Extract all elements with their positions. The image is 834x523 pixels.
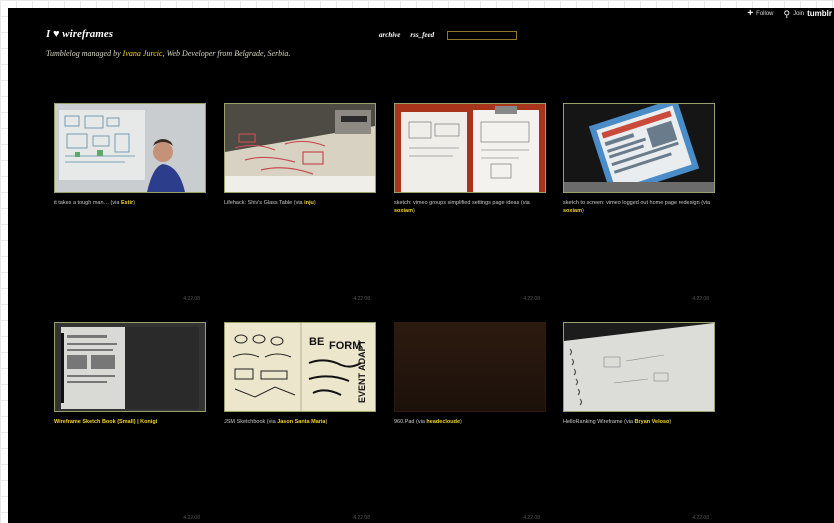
post-date[interactable]: 4.22.08 — [523, 296, 540, 302]
plus-icon: + — [747, 7, 754, 19]
post-caption: JSM Sketchbook (via Jason Santa Maria) — [224, 419, 328, 425]
blog-title[interactable]: I ♥ wireframes — [46, 28, 113, 40]
post-caption: Wireframe Sketch Book (Small) | Konigi — [54, 418, 206, 426]
post-caption: HelloRanking Wireframe (via Bryan Veloso… — [563, 419, 672, 425]
post-title-link[interactable]: Wireframe Sketch Book (Small) | Konigi — [54, 419, 157, 425]
join-tumblr-button[interactable]: ⚲ Join tumblr — [784, 9, 833, 18]
post-thumbnail[interactable] — [54, 103, 206, 193]
post-thumbnail[interactable] — [563, 322, 715, 412]
follow-button[interactable]: + Follow — [747, 7, 773, 19]
blog-nav: archive rss_feed — [379, 31, 434, 39]
search-input[interactable] — [447, 31, 517, 40]
post-thumbnail[interactable]: BE FORM EVENT ADAPT — [224, 322, 376, 412]
post-date[interactable]: 4.22.08 — [183, 515, 200, 521]
post-date[interactable]: 4.22.08 — [523, 515, 540, 521]
source-link[interactable]: headecloude — [426, 419, 460, 425]
post-caption: it takes a tough man… (via Estir) — [54, 200, 136, 206]
post-thumbnail[interactable] — [563, 103, 715, 193]
post-date[interactable]: 4.22.08 — [353, 515, 370, 521]
blog-description: Tumblelog managed by Ivana Jurcic, Web D… — [46, 49, 291, 58]
post-date[interactable]: 4.22.08 — [692, 515, 709, 521]
source-link[interactable]: Bryan Veloso — [635, 419, 670, 425]
source-link[interactable]: Estir — [121, 200, 133, 206]
post-card: sketch: vimeo groups simplified settings… — [394, 103, 546, 302]
archive-link[interactable]: archive — [379, 31, 400, 39]
post-card: Lifehack: Shiv's Glass Table (via inju) … — [224, 103, 376, 302]
source-link[interactable]: Jason Santa Maria — [277, 419, 325, 425]
post-date[interactable]: 4.22.08 — [183, 296, 200, 302]
author-link[interactable]: Ivana Jurcic — [123, 49, 163, 58]
post-date[interactable]: 4.22.08 — [353, 296, 370, 302]
post-caption: sketch: vimeo groups simplified settings… — [394, 200, 530, 214]
post-caption: sketch to screen: vimeo logged out home … — [563, 200, 711, 214]
post-card: HelloRanking Wireframe (via Bryan Veloso… — [563, 322, 715, 521]
tumblr-controls: + Follow ⚲ Join tumblr — [747, 7, 833, 19]
svg-text:BE: BE — [309, 336, 324, 348]
post-card: it takes a tough man… (via Estir) 4.22.0… — [54, 103, 206, 302]
post-date[interactable]: 4.22.08 — [692, 296, 709, 302]
post-thumbnail[interactable] — [394, 103, 546, 193]
rss-feed-link[interactable]: rss_feed — [410, 31, 434, 39]
tumblr-logo: tumblr — [807, 9, 832, 18]
post-caption: Lifehack: Shiv's Glass Table (via inju) — [224, 200, 316, 206]
post-card: sketch to screen: vimeo logged out home … — [563, 103, 715, 302]
source-link[interactable]: inju — [304, 200, 314, 206]
source-link[interactable]: soxiam — [563, 208, 582, 214]
svg-text:EVENT ADAPT: EVENT ADAPT — [357, 339, 367, 403]
blog-canvas — [8, 8, 834, 523]
person-icon: ⚲ — [783, 8, 791, 19]
post-card: 960.Pad (via headecloude) 4.22.08 — [394, 322, 546, 521]
post-card: BE FORM EVENT ADAPT JSM Sketchbook (via J… — [224, 322, 376, 521]
post-thumbnail[interactable] — [54, 322, 206, 412]
post-caption: 960.Pad (via headecloude) — [394, 419, 462, 425]
post-card: Wireframe Sketch Book (Small) | Konigi 4… — [54, 322, 206, 521]
post-thumbnail[interactable] — [394, 322, 546, 412]
source-link[interactable]: soxiam — [394, 208, 413, 214]
post-thumbnail[interactable] — [224, 103, 376, 193]
